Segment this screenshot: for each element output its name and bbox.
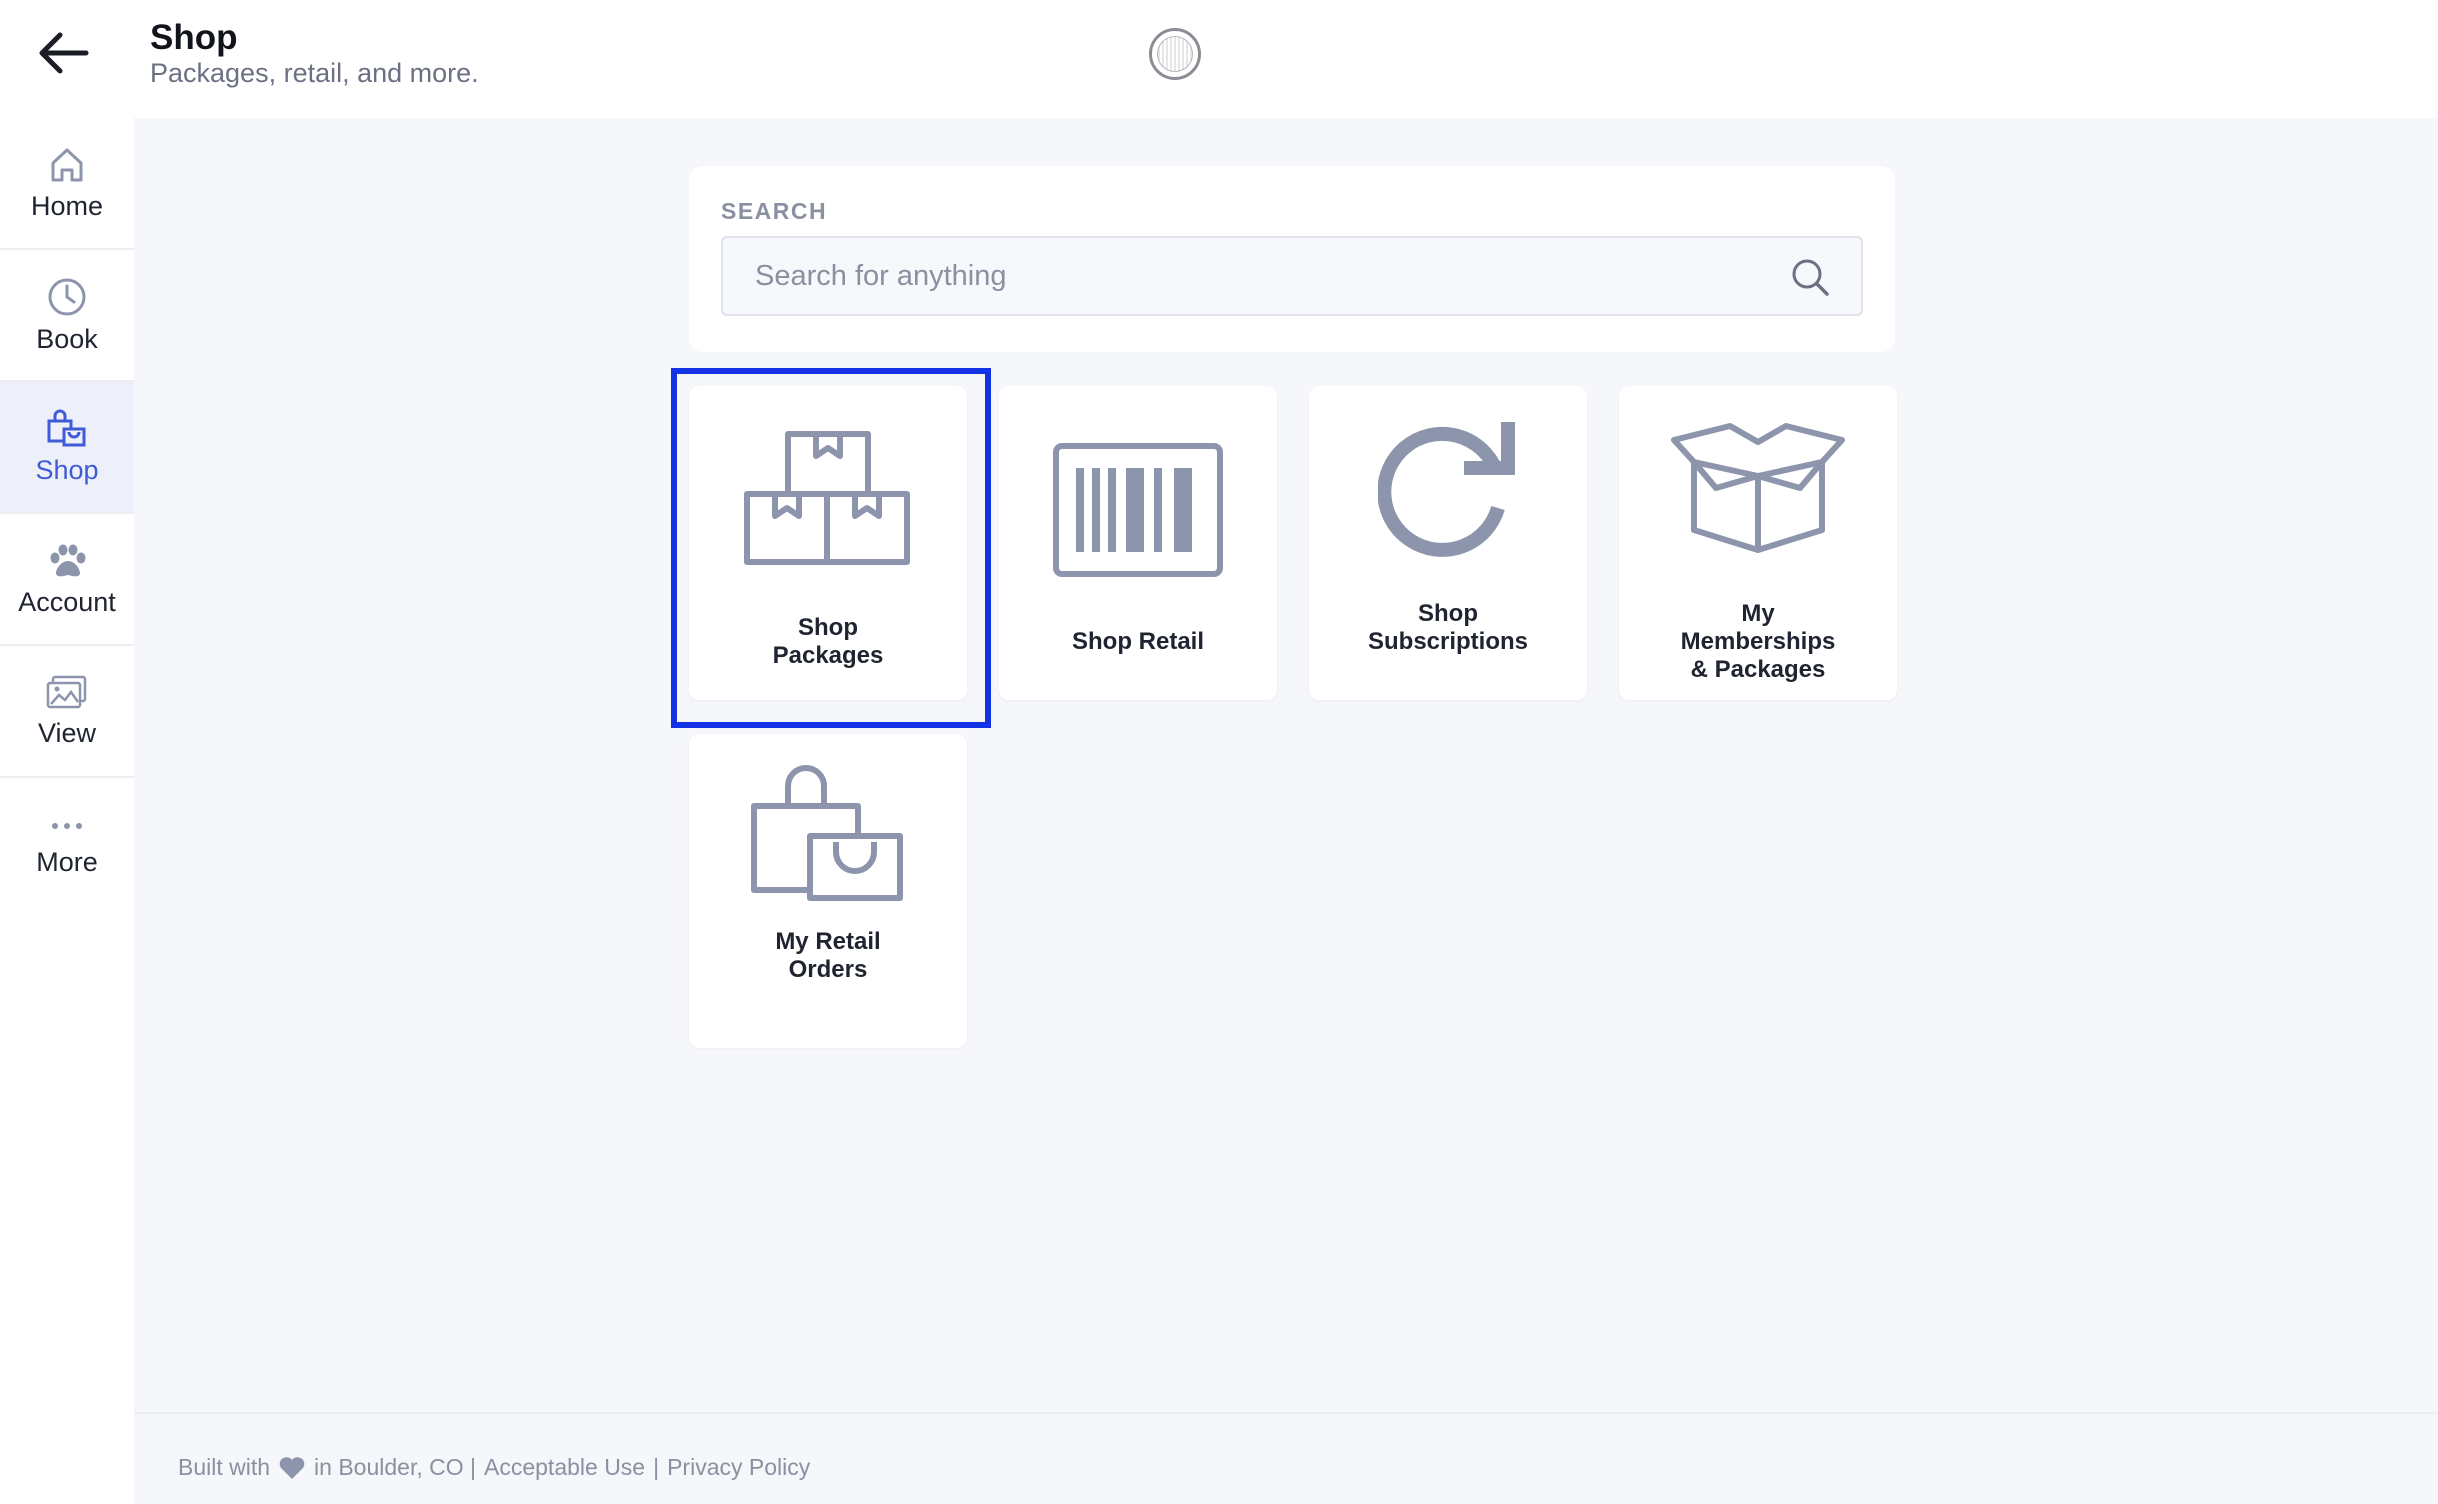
- refresh-icon: [1378, 422, 1515, 557]
- sidebar-item-label: Shop: [35, 454, 99, 485]
- acceptable-use-link[interactable]: Acceptable Use: [484, 1454, 645, 1481]
- footer-text: Built with in Boulder, CO | Acceptable U…: [178, 1454, 810, 1481]
- sidebar-item-label: View: [37, 717, 97, 748]
- my-retail-orders-tile[interactable]: My Retail Orders: [689, 734, 967, 1048]
- search-icon[interactable]: [1789, 256, 1831, 298]
- sidebar-item-home[interactable]: Home: [0, 118, 134, 250]
- barcode-icon: [1053, 443, 1223, 577]
- sidebar-item-label: Account: [18, 586, 116, 617]
- more-dots-icon: [52, 822, 82, 829]
- sidebar-item-book[interactable]: Book: [0, 250, 134, 382]
- search-box[interactable]: [721, 236, 1863, 316]
- sidebar-item-label: Home: [30, 190, 104, 221]
- footer-built-with: Built with: [178, 1454, 271, 1480]
- header: Shop Packages, retail, and more.: [0, 0, 2438, 118]
- home-icon: [51, 148, 83, 181]
- arrow-left-icon: [39, 32, 89, 74]
- sidebar-item-label: Book: [36, 323, 98, 354]
- sidebar-nav: Home Book Shop Account View More: [0, 118, 134, 1504]
- search-card: SEARCH: [689, 166, 1895, 352]
- privacy-policy-link[interactable]: Privacy Policy: [667, 1454, 810, 1481]
- open-box-icon: [1671, 423, 1845, 553]
- images-icon: [46, 675, 87, 708]
- sidebar-item-shop[interactable]: Shop: [0, 382, 134, 514]
- bags-icon: [751, 765, 903, 901]
- my-memberships-packages-tile[interactable]: My Memberships & Packages: [1619, 386, 1897, 700]
- heart-icon: [279, 1456, 305, 1479]
- search-input[interactable]: [755, 259, 1755, 293]
- page-subtitle: Packages, retail, and more.: [150, 58, 479, 88]
- sidebar-item-label: More: [36, 846, 98, 877]
- footer-separator: |: [653, 1454, 660, 1480]
- logo-emblem: [1157, 36, 1193, 72]
- tile-label: Shop Retail: [1071, 628, 1204, 655]
- business-logo: [1149, 28, 1201, 80]
- sidebar-item-account[interactable]: Account: [0, 514, 134, 646]
- paw-icon: [50, 544, 86, 576]
- tile-label: My Memberships & Packages: [1680, 600, 1836, 683]
- page-title: Shop: [150, 18, 238, 57]
- footer: Built with in Boulder, CO | Acceptable U…: [134, 1414, 2438, 1504]
- footer-location: in Boulder, CO |: [314, 1454, 476, 1480]
- selection-highlight: [671, 368, 991, 728]
- tile-label: My Retail Orders: [775, 928, 881, 983]
- shop-retail-tile[interactable]: Shop Retail: [999, 386, 1277, 700]
- shop-subscriptions-tile[interactable]: Shop Subscriptions: [1309, 386, 1587, 700]
- sidebar-item-view[interactable]: View: [0, 646, 134, 778]
- tile-label: Shop Subscriptions: [1367, 600, 1529, 655]
- shopping-bag-icon: [47, 409, 86, 446]
- clock-icon: [48, 278, 86, 315]
- search-label: SEARCH: [721, 198, 828, 224]
- main-content: SEARCH Shop Pack: [134, 118, 2438, 1412]
- sidebar-item-more[interactable]: More: [0, 778, 134, 910]
- back-button[interactable]: [24, 22, 102, 84]
